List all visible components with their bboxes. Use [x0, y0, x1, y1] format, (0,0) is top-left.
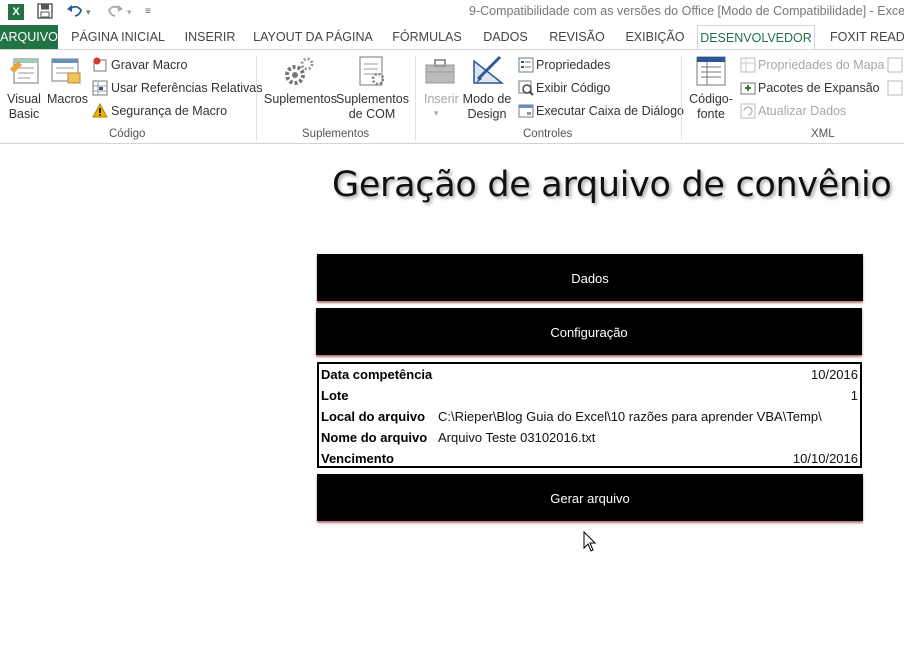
modo-label-2: Design — [467, 107, 507, 121]
propriedades-button[interactable]: Propriedades — [536, 58, 610, 72]
redo-icon[interactable] — [106, 3, 124, 21]
gravar-macro-button[interactable]: Gravar Macro — [111, 58, 187, 72]
table-row: Local do arquivo C:\Rieper\Blog Guia do … — [319, 406, 860, 427]
customize-toolbar-icon[interactable]: ≡ — [145, 3, 151, 21]
data-competencia-value[interactable]: 10/2016 — [811, 364, 858, 385]
exibir-codigo-button[interactable]: Exibir Código — [536, 81, 610, 95]
group-separator — [681, 56, 682, 140]
vencimento-value[interactable]: 10/10/2016 — [793, 448, 858, 469]
modo-de-design-button[interactable]: Modo de Design — [460, 92, 514, 122]
export-icon[interactable] — [887, 80, 903, 96]
atualizar-dados-button[interactable]: Atualizar Dados — [758, 104, 846, 118]
com-label-2: de COM — [348, 107, 396, 121]
visual-basic-label-1: Visual — [7, 92, 41, 106]
com-label-1: Suplementos — [336, 92, 409, 106]
dados-button[interactable]: Dados — [317, 254, 863, 301]
inserir-control-button[interactable]: Inserir — [424, 92, 459, 106]
window-title: 9-Compatibilidade com as versões do Offi… — [469, 4, 904, 18]
field-label: Local do arquivo — [321, 409, 426, 424]
group-label-suplementos: Suplementos — [302, 128, 370, 140]
configuracao-button[interactable]: Configuração — [316, 308, 862, 355]
lote-value[interactable]: 1 — [851, 385, 858, 406]
tab-arquivo[interactable]: ARQUIVO — [0, 25, 58, 49]
import-icon[interactable] — [887, 57, 903, 73]
sheet-title: Geração de arquivo de convênio — [332, 165, 892, 205]
field-label: Nome do arquivo — [321, 430, 428, 445]
tab-formulas[interactable]: FÓRMULAS — [388, 25, 466, 49]
modo-label-1: Modo de — [462, 92, 512, 106]
refresh-data-icon — [740, 103, 756, 119]
tab-desenvolvedor[interactable]: DESENVOLVEDOR — [697, 25, 815, 50]
pacotes-de-expansao-button[interactable]: Pacotes de Expansão — [758, 81, 880, 95]
map-properties-icon — [740, 57, 756, 73]
usar-referencias-relativas-button[interactable]: Usar Referências Relativas — [111, 81, 262, 95]
seguranca-de-macro-button[interactable]: Segurança de Macro — [111, 104, 227, 118]
excel-logo-icon: X — [8, 4, 24, 20]
tab-inserir[interactable]: INSERIR — [180, 25, 240, 49]
undo-icon[interactable] — [66, 3, 84, 21]
tab-exibicao[interactable]: EXIBIÇÃO — [620, 25, 690, 49]
ribbon: Visual Basic Macros Gravar Macro Usar Re… — [0, 49, 904, 144]
group-label-codigo: Código — [109, 128, 146, 140]
codigo-fonte-label-2: fonte — [697, 107, 725, 121]
table-row: Lote 1 — [319, 385, 860, 406]
com-add-ins-icon[interactable] — [356, 55, 388, 92]
codigo-fonte-button[interactable]: Código- fonte — [686, 92, 736, 122]
relative-references-icon — [92, 80, 108, 96]
suplementos-button[interactable]: Suplementos — [264, 92, 337, 106]
tab-revisao[interactable]: REVISÃO — [546, 25, 608, 49]
design-mode-icon[interactable] — [472, 55, 505, 92]
group-label-controles: Controles — [523, 128, 573, 140]
macros-button[interactable]: Macros — [47, 92, 88, 106]
add-ins-gear-icon[interactable] — [283, 55, 315, 92]
macros-icon[interactable] — [50, 55, 82, 92]
config-table: Data competência 10/2016 Lote 1 Local do… — [317, 362, 862, 468]
tab-foxit-reader[interactable]: FOXIT READER — [822, 25, 904, 49]
field-label: Data competência — [321, 367, 433, 382]
tab-layout-da-pagina[interactable]: LAYOUT DA PÁGINA — [250, 25, 376, 49]
group-label-xml: XML — [811, 128, 835, 140]
run-dialog-icon — [518, 103, 534, 118]
executar-caixa-de-dialogo-button[interactable]: Executar Caixa de Diálogo — [536, 104, 684, 118]
title-bar: X ▾ ▾ ≡ 9-Compatibilidade com as versões… — [0, 0, 904, 24]
view-code-icon — [518, 80, 534, 96]
undo-dropdown-icon[interactable]: ▾ — [86, 3, 91, 21]
ribbon-tabs: ARQUIVO PÁGINA INICIAL INSERIR LAYOUT DA… — [0, 25, 904, 50]
nome-do-arquivo-value[interactable]: Arquivo Teste 03102016.txt — [438, 427, 595, 448]
visual-basic-icon[interactable] — [8, 55, 40, 92]
redo-dropdown-icon[interactable]: ▾ — [127, 3, 132, 21]
table-row: Data competência 10/2016 — [319, 364, 860, 385]
source-icon[interactable] — [695, 55, 727, 92]
visual-basic-button[interactable]: Visual Basic — [4, 92, 44, 122]
save-icon[interactable] — [37, 3, 53, 21]
field-label: Vencimento — [321, 451, 394, 466]
warning-icon — [92, 102, 108, 118]
suplementos-com-button[interactable]: Suplementos de COM — [336, 92, 409, 122]
properties-icon — [518, 57, 534, 73]
record-macro-icon — [92, 57, 107, 72]
table-row: Vencimento 10/10/2016 — [319, 448, 860, 469]
visual-basic-label-2: Basic — [8, 107, 40, 121]
group-separator — [415, 56, 416, 140]
inserir-dropdown-icon: ▾ — [434, 108, 439, 118]
local-do-arquivo-value[interactable]: C:\Rieper\Blog Guia do Excel\10 razões p… — [438, 406, 822, 427]
codigo-fonte-label-1: Código- — [689, 92, 733, 106]
group-separator — [256, 56, 257, 140]
tab-pagina-inicial[interactable]: PÁGINA INICIAL — [64, 25, 172, 49]
tab-dados[interactable]: DADOS — [478, 25, 533, 49]
field-label: Lote — [321, 388, 349, 403]
table-row: Nome do arquivo Arquivo Teste 03102016.t… — [319, 427, 860, 448]
expansion-packs-icon — [740, 80, 756, 95]
mouse-cursor-icon — [583, 530, 597, 558]
propriedades-do-mapa-button[interactable]: Propriedades do Mapa — [758, 58, 884, 72]
toolbox-icon — [424, 57, 456, 92]
gerar-arquivo-button[interactable]: Gerar arquivo — [317, 474, 863, 521]
